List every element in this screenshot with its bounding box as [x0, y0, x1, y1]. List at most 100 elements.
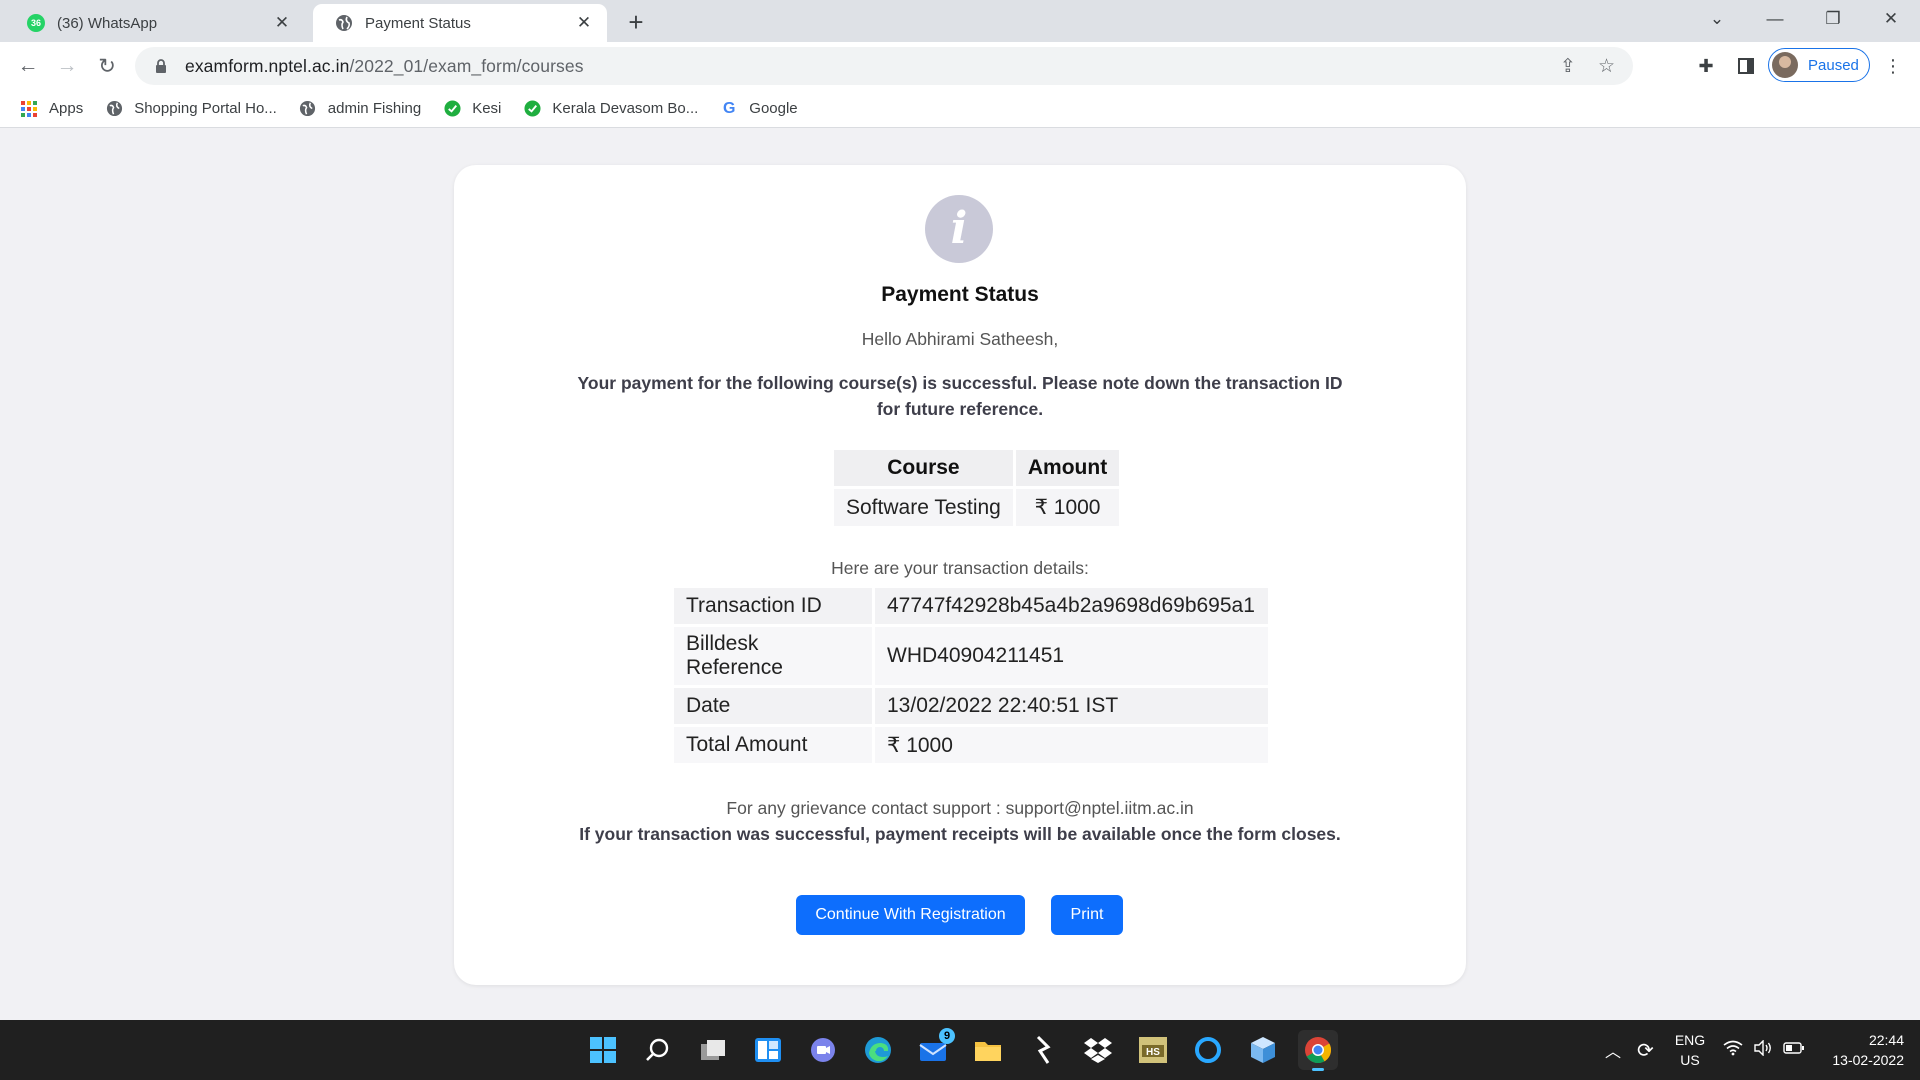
details-intro: Here are your transaction details:	[831, 558, 1089, 578]
globe-icon	[335, 14, 353, 32]
start-windows-icon[interactable]	[583, 1030, 623, 1070]
page-title: Payment Status	[881, 283, 1039, 306]
minimize-button[interactable]: —	[1746, 0, 1804, 38]
whatsapp-icon: 36	[27, 14, 45, 32]
show-hidden-icons-icon[interactable]: ︿	[1605, 1038, 1621, 1062]
tab-whatsapp[interactable]: 36 (36) WhatsApp ✕	[5, 4, 305, 42]
edge-browser-icon[interactable]	[858, 1030, 898, 1070]
new-tab-button[interactable]: +	[622, 7, 650, 37]
transaction-id-label: Transaction ID	[674, 588, 872, 624]
window-controls: ⌄ — ❐ ✕	[1688, 0, 1920, 38]
restore-button[interactable]: ❐	[1804, 0, 1862, 38]
continue-registration-button[interactable]: Continue With Registration	[796, 895, 1025, 935]
status-icons	[1723, 1020, 1805, 1080]
billdesk-reference-label: Billdesk Reference	[674, 627, 872, 685]
share-icon[interactable]: ⇪	[1560, 55, 1576, 78]
box-3d-icon[interactable]	[1243, 1030, 1283, 1070]
omnibox-actions: ⇪ ☆	[1560, 47, 1615, 85]
table-row: Date 13/02/2022 22:40:51 IST	[674, 688, 1268, 724]
table-row: Total Amount ₹ 1000	[674, 727, 1268, 763]
date-value: 13/02/2022 22:40:51 IST	[875, 688, 1268, 724]
bookmark-shopping-portal[interactable]: Shopping Portal Ho...	[105, 100, 277, 118]
tab-search-icon[interactable]: ⌄	[1688, 0, 1746, 38]
billdesk-reference-value: WHD40904211451	[875, 627, 1268, 685]
dropbox-icon[interactable]	[1078, 1030, 1118, 1070]
chrome-icon[interactable]	[1298, 1030, 1338, 1071]
google-icon: G	[723, 99, 736, 117]
volume-icon[interactable]	[1753, 1038, 1773, 1061]
check-circle-icon	[523, 100, 541, 118]
tab-strip: 36 (36) WhatsApp ✕ Payment Status ✕ + ⌄ …	[0, 0, 1920, 42]
hs-app-icon[interactable]: HS	[1133, 1030, 1173, 1070]
menu-kebab-icon[interactable]: ⋮	[1880, 53, 1906, 79]
close-window-button[interactable]: ✕	[1862, 0, 1920, 38]
table-row: Billdesk Reference WHD40904211451	[674, 627, 1268, 685]
total-amount-label: Total Amount	[674, 727, 872, 763]
bookmark-admin-fishing[interactable]: admin Fishing	[299, 100, 421, 118]
cortana-icon[interactable]	[1188, 1030, 1228, 1070]
bookmarks-bar: Apps Shopping Portal Ho... admin Fishing…	[0, 90, 1920, 128]
table-row: Software Testing ₹ 1000	[834, 489, 1120, 526]
windows-taskbar: 9 HS ︿ ⟳ ENG US 22:44 13-02-2022	[0, 1020, 1920, 1080]
tab-payment-status[interactable]: Payment Status ✕	[313, 4, 607, 42]
side-panel-icon[interactable]	[1733, 53, 1759, 79]
browser-toolbar: ← → ↻ examform.nptel.ac.in/2022_01/exam_…	[0, 42, 1920, 90]
total-amount-value: ₹ 1000	[875, 727, 1268, 763]
close-tab-icon[interactable]: ✕	[271, 12, 293, 34]
course-name: Software Testing	[834, 489, 1013, 526]
sync-icon[interactable]: ⟳	[1637, 1038, 1654, 1063]
battery-icon[interactable]	[1783, 1041, 1805, 1060]
grievance-contact: For any grievance contact support : supp…	[726, 798, 1194, 818]
date-label: Date	[674, 688, 872, 724]
transaction-id-value: 47747f42928b45a4b2a9698d69b695a1	[875, 588, 1268, 624]
greeting: Hello Abhirami Satheesh,	[861, 329, 1059, 349]
active-app-indicator	[1312, 1068, 1324, 1071]
clock-date: 13-02-2022	[1832, 1052, 1904, 1068]
clock[interactable]: 22:44 13-02-2022	[1818, 1030, 1904, 1070]
wifi-icon[interactable]	[1723, 1040, 1743, 1061]
file-explorer-icon[interactable]	[968, 1030, 1008, 1070]
language-indicator[interactable]: ENG US	[1672, 1030, 1708, 1070]
column-header-course: Course	[834, 450, 1013, 486]
check-circle-icon	[443, 100, 461, 118]
bookmark-kesi[interactable]: Kesi	[443, 100, 501, 118]
reload-button[interactable]: ↻	[92, 51, 122, 81]
svg-text:HS: HS	[1146, 1047, 1160, 1058]
address-bar[interactable]: examform.nptel.ac.in/2022_01/exam_form/c…	[135, 47, 1633, 85]
success-message: Your payment for the following course(s)…	[577, 373, 1343, 419]
table-row: Transaction ID 47747f42928b45a4b2a9698d6…	[674, 588, 1268, 624]
bookmark-google[interactable]: G Google	[720, 99, 798, 118]
forward-button[interactable]: →	[52, 51, 82, 81]
bookmark-star-icon[interactable]: ☆	[1598, 55, 1615, 78]
teams-chat-icon[interactable]	[803, 1030, 843, 1070]
widgets-icon[interactable]	[748, 1030, 788, 1070]
transaction-table: Transaction ID 47747f42928b45a4b2a9698d6…	[671, 585, 1271, 766]
print-button[interactable]: Print	[1051, 895, 1123, 935]
profile-paused-button[interactable]: Paused	[1768, 48, 1870, 82]
extensions-puzzle-icon[interactable]: ✚	[1693, 53, 1719, 79]
task-view-icon[interactable]	[693, 1030, 733, 1070]
course-amount: ₹ 1000	[1015, 489, 1120, 526]
bookmark-kerala-devasom[interactable]: Kerala Devasom Bo...	[523, 100, 698, 118]
app-bolt-icon[interactable]	[1023, 1030, 1063, 1070]
system-tray: ︿ ⟳	[1605, 1020, 1654, 1080]
globe-icon	[105, 100, 123, 118]
bookmark-apps[interactable]: Apps	[20, 100, 83, 118]
back-button[interactable]: ←	[13, 51, 43, 81]
info-icon: i	[925, 195, 993, 263]
lock-icon[interactable]	[151, 56, 171, 76]
payment-status-card: i Payment Status Hello Abhirami Satheesh…	[454, 165, 1466, 985]
mail-badge: 9	[939, 1028, 955, 1044]
table-header-row: Course Amount	[834, 450, 1120, 486]
avatar	[1772, 52, 1798, 78]
mail-icon[interactable]: 9	[913, 1028, 955, 1070]
column-header-amount: Amount	[1015, 450, 1120, 486]
tab-title: (36) WhatsApp	[57, 14, 158, 32]
globe-icon	[299, 100, 317, 118]
close-tab-icon[interactable]: ✕	[573, 12, 595, 34]
url-text: examform.nptel.ac.in/2022_01/exam_form/c…	[185, 55, 584, 76]
receipt-note: If your transaction was successful, paym…	[579, 824, 1341, 844]
clock-time: 22:44	[1868, 1032, 1904, 1048]
course-table: Course Amount Software Testing ₹ 1000	[831, 447, 1122, 529]
search-icon[interactable]	[638, 1030, 678, 1070]
